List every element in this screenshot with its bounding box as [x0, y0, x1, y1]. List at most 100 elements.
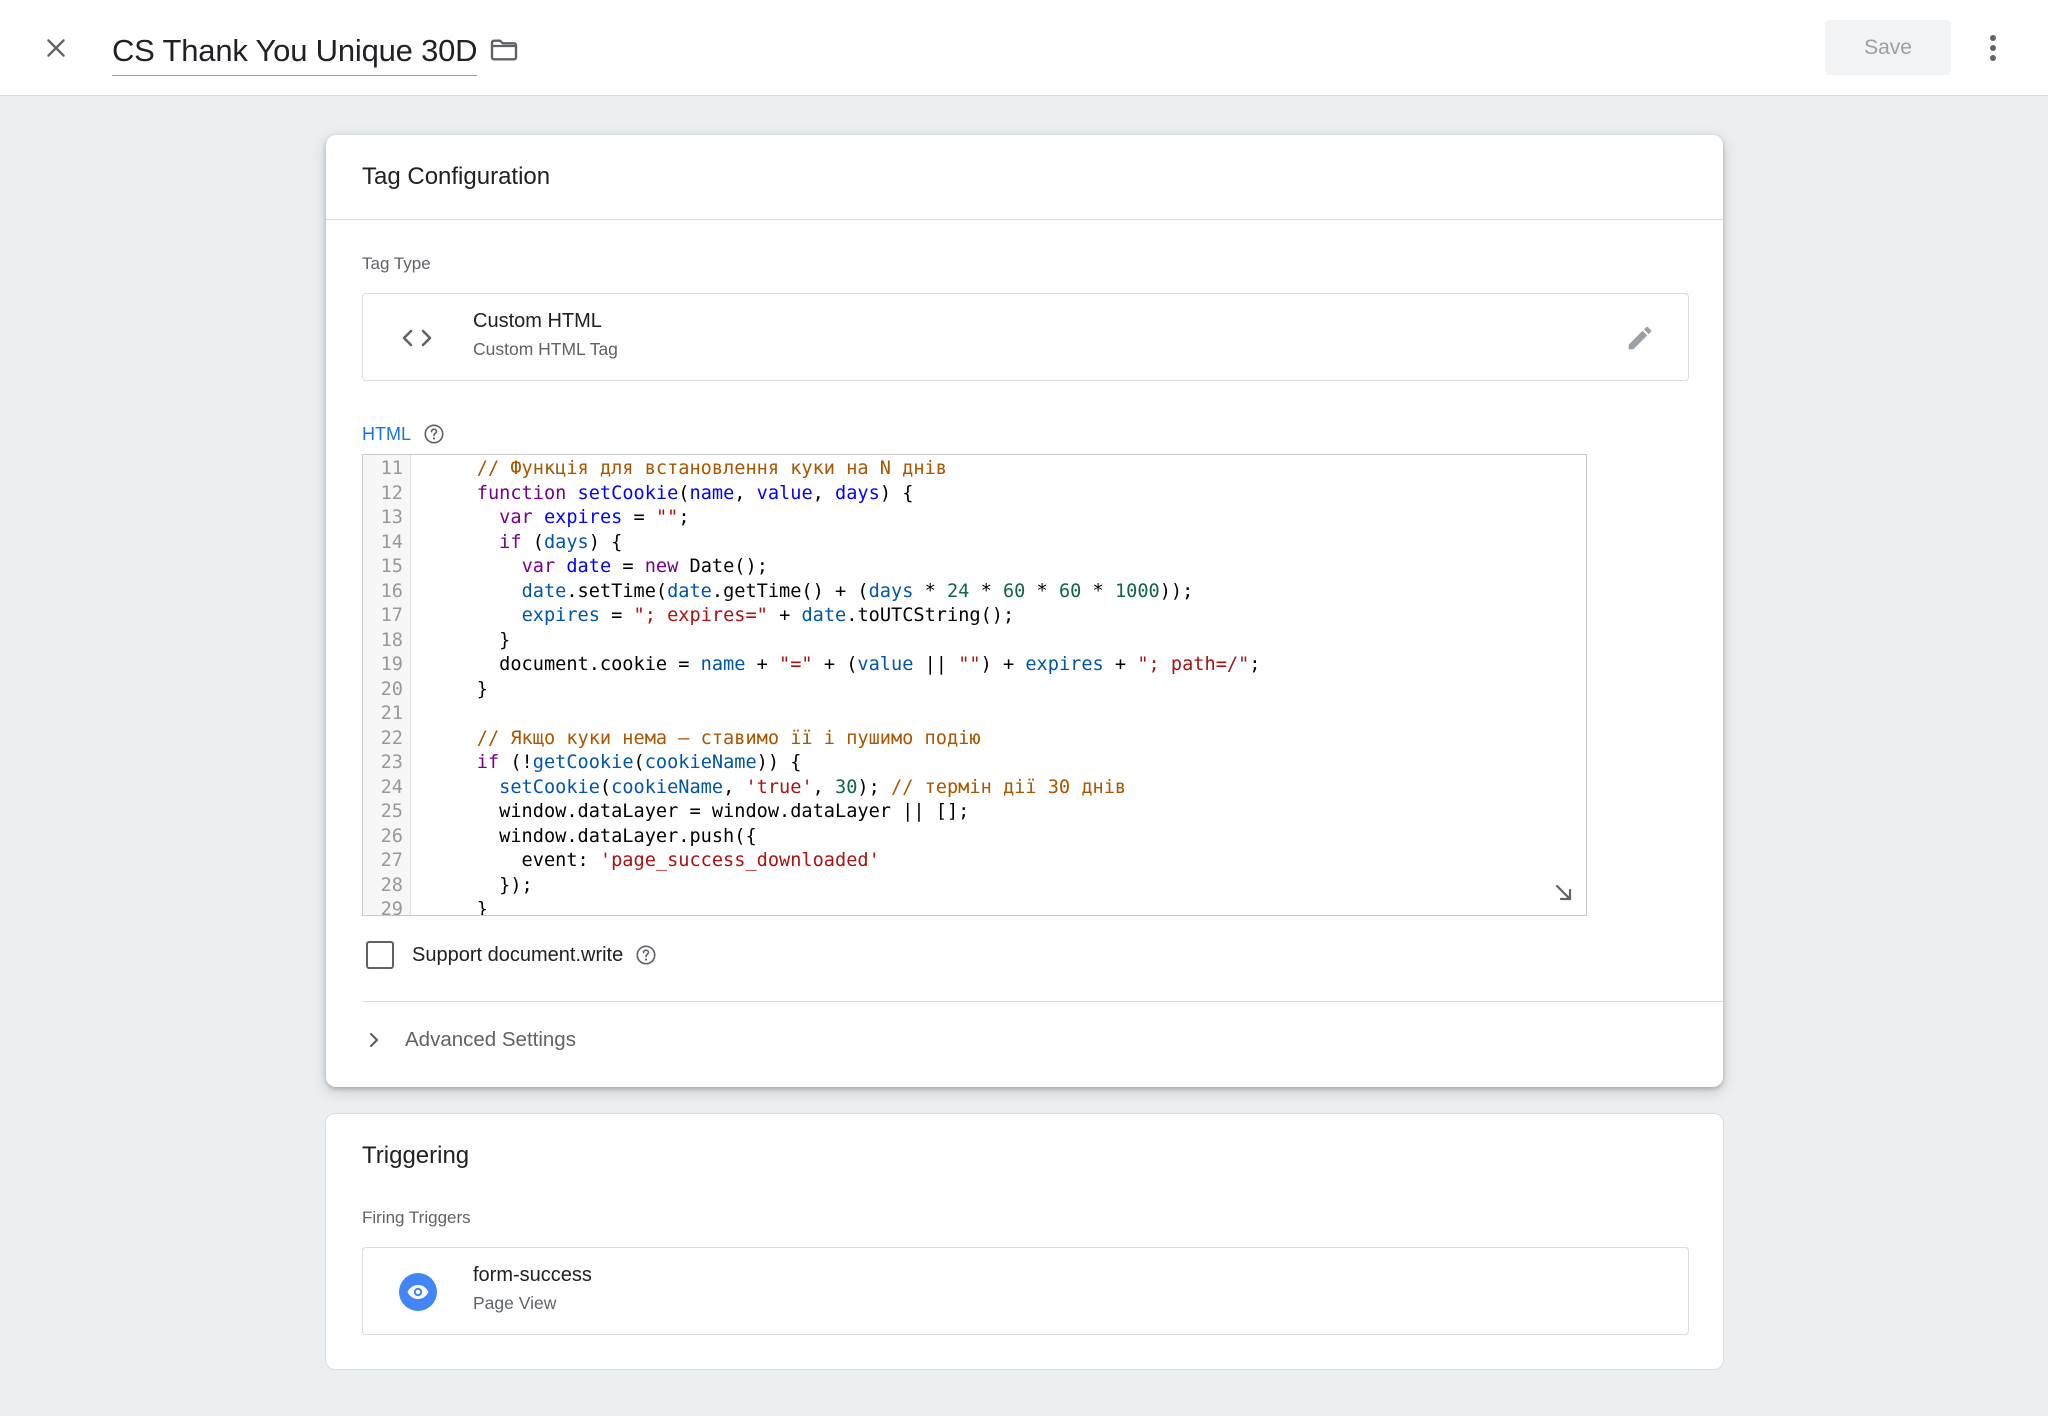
code-line: 15 var date = new Date();: [363, 555, 1586, 580]
code-token: event:: [432, 850, 600, 871]
line-code: window.dataLayer = window.dataLayer || […: [432, 800, 969, 825]
line-code: event: 'page_success_downloaded': [432, 849, 880, 874]
code-line: 16 date.setTime(date.getTime() + (days *…: [363, 580, 1586, 605]
code-token: name: [700, 654, 746, 675]
code-token: (: [678, 482, 690, 504]
code-token: expires: [543, 507, 623, 528]
line-code: // Якщо куки нема — ставимо її і пушимо …: [432, 727, 981, 752]
triggering-card: Triggering Firing Triggers form-success …: [325, 1113, 1724, 1370]
code-token: +: [1103, 654, 1138, 675]
tag-name-field[interactable]: CS Thank You Unique 30D: [112, 26, 478, 76]
code-line: 20 }: [363, 678, 1586, 703]
line-code: if (days) {: [432, 531, 622, 556]
advanced-settings-toggle[interactable]: Advanced Settings: [362, 1028, 576, 1052]
html-label-row: HTML: [362, 423, 445, 445]
code-token: ) {: [879, 482, 914, 504]
code-token: ));: [1159, 580, 1194, 602]
edit-tag-type-button[interactable]: [1622, 320, 1658, 356]
code-line: 17 expires = "; expires=" + date.toUTCSt…: [363, 604, 1586, 629]
code-token: cookieName: [644, 752, 757, 773]
line-number: 26: [380, 825, 403, 847]
save-button[interactable]: Save: [1825, 20, 1951, 75]
code-token: "; expires=": [633, 605, 768, 626]
code-token: +: [767, 605, 802, 626]
line-code: document.cookie = name + "=" + (value ||…: [432, 653, 1260, 678]
line-code: date.setTime(date.getTime() + (days * 24…: [432, 580, 1194, 605]
line-number: 24: [380, 776, 403, 798]
code-token: }: [432, 899, 488, 916]
code-token: "=": [779, 654, 813, 675]
firing-triggers-label: Firing Triggers: [362, 1208, 471, 1227]
more-options-button[interactable]: [1975, 28, 2011, 68]
code-line: 26 window.dataLayer.push({: [363, 825, 1586, 850]
eye-icon: [399, 1273, 437, 1311]
line-number: 23: [380, 752, 403, 773]
trigger-item[interactable]: form-success Page View: [362, 1247, 1689, 1335]
resize-handle-icon[interactable]: [1552, 881, 1576, 905]
code-token: "": [655, 507, 679, 528]
html-code-editor[interactable]: 11 // Функція для встановлення куки на N…: [362, 454, 1587, 916]
close-button[interactable]: [36, 28, 76, 68]
help-icon[interactable]: [635, 944, 657, 966]
line-number: 14: [380, 531, 403, 553]
line-number: 12: [380, 482, 403, 504]
code-token: window.dataLayer = window.dataLayer || […: [432, 801, 970, 822]
code-token: if: [476, 752, 500, 773]
code-token: // Якщо куки нема — ставимо її і пушимо …: [476, 727, 981, 749]
code-token: var: [521, 556, 556, 577]
folder-icon: [490, 39, 518, 61]
code-token: )) {: [756, 752, 802, 773]
code-token: + (: [812, 654, 858, 675]
code-line: 11 // Функція для встановлення куки на N…: [363, 457, 1586, 482]
tag-type-description: Custom HTML Tag: [473, 339, 618, 359]
code-line: 23 if (!getCookie(cookieName)) {: [363, 751, 1586, 776]
code-token: value: [857, 654, 914, 675]
code-token: =: [611, 556, 645, 577]
code-token: ,: [723, 776, 746, 798]
line-code: }: [432, 629, 510, 654]
top-bar: CS Thank You Unique 30D Save: [0, 0, 2048, 96]
code-token: setCookie: [577, 482, 679, 504]
line-number: 22: [380, 727, 403, 749]
code-token: expires: [1025, 654, 1104, 675]
code-token: .getTime() + (: [711, 580, 869, 602]
line-code: window.dataLayer.push({: [432, 825, 757, 850]
tag-type-selector[interactable]: Custom HTML Custom HTML Tag: [362, 293, 1689, 381]
line-code: if (!getCookie(cookieName)) {: [432, 751, 802, 776]
line-number: 18: [380, 629, 403, 651]
code-line: 12 function setCookie(name, value, days)…: [363, 482, 1586, 507]
line-code: var expires = "";: [432, 506, 689, 531]
code-line: 25 window.dataLayer = window.dataLayer |…: [363, 800, 1586, 825]
code-token: days: [543, 531, 589, 553]
folder-button[interactable]: [486, 32, 522, 68]
code-token: ,: [812, 482, 836, 504]
code-token: date: [667, 580, 712, 602]
more-vert-icon: [1990, 35, 1996, 61]
code-token: date: [566, 556, 612, 577]
divider: [362, 1001, 1723, 1002]
code-token: window.dataLayer.push({: [432, 825, 757, 847]
code-token: 'true': [745, 776, 813, 798]
code-token: getCookie: [532, 752, 634, 773]
code-token: setCookie: [499, 776, 600, 798]
line-code: });: [432, 874, 533, 899]
tag-configuration-header: Tag Configuration: [326, 135, 1723, 220]
line-number: 25: [380, 801, 403, 822]
line-number: 28: [380, 874, 403, 896]
line-number: 21: [380, 703, 403, 724]
line-number: 29: [380, 899, 403, 916]
html-label: HTML: [362, 423, 411, 444]
code-token: days: [868, 580, 914, 602]
help-icon[interactable]: [423, 423, 445, 445]
code-token: *: [1081, 580, 1115, 602]
support-document-write-checkbox[interactable]: [366, 941, 394, 969]
line-code: var date = new Date();: [432, 555, 768, 580]
code-token: +: [745, 654, 780, 675]
code-line: 28 });: [363, 874, 1586, 899]
code-token: ||: [913, 654, 959, 675]
